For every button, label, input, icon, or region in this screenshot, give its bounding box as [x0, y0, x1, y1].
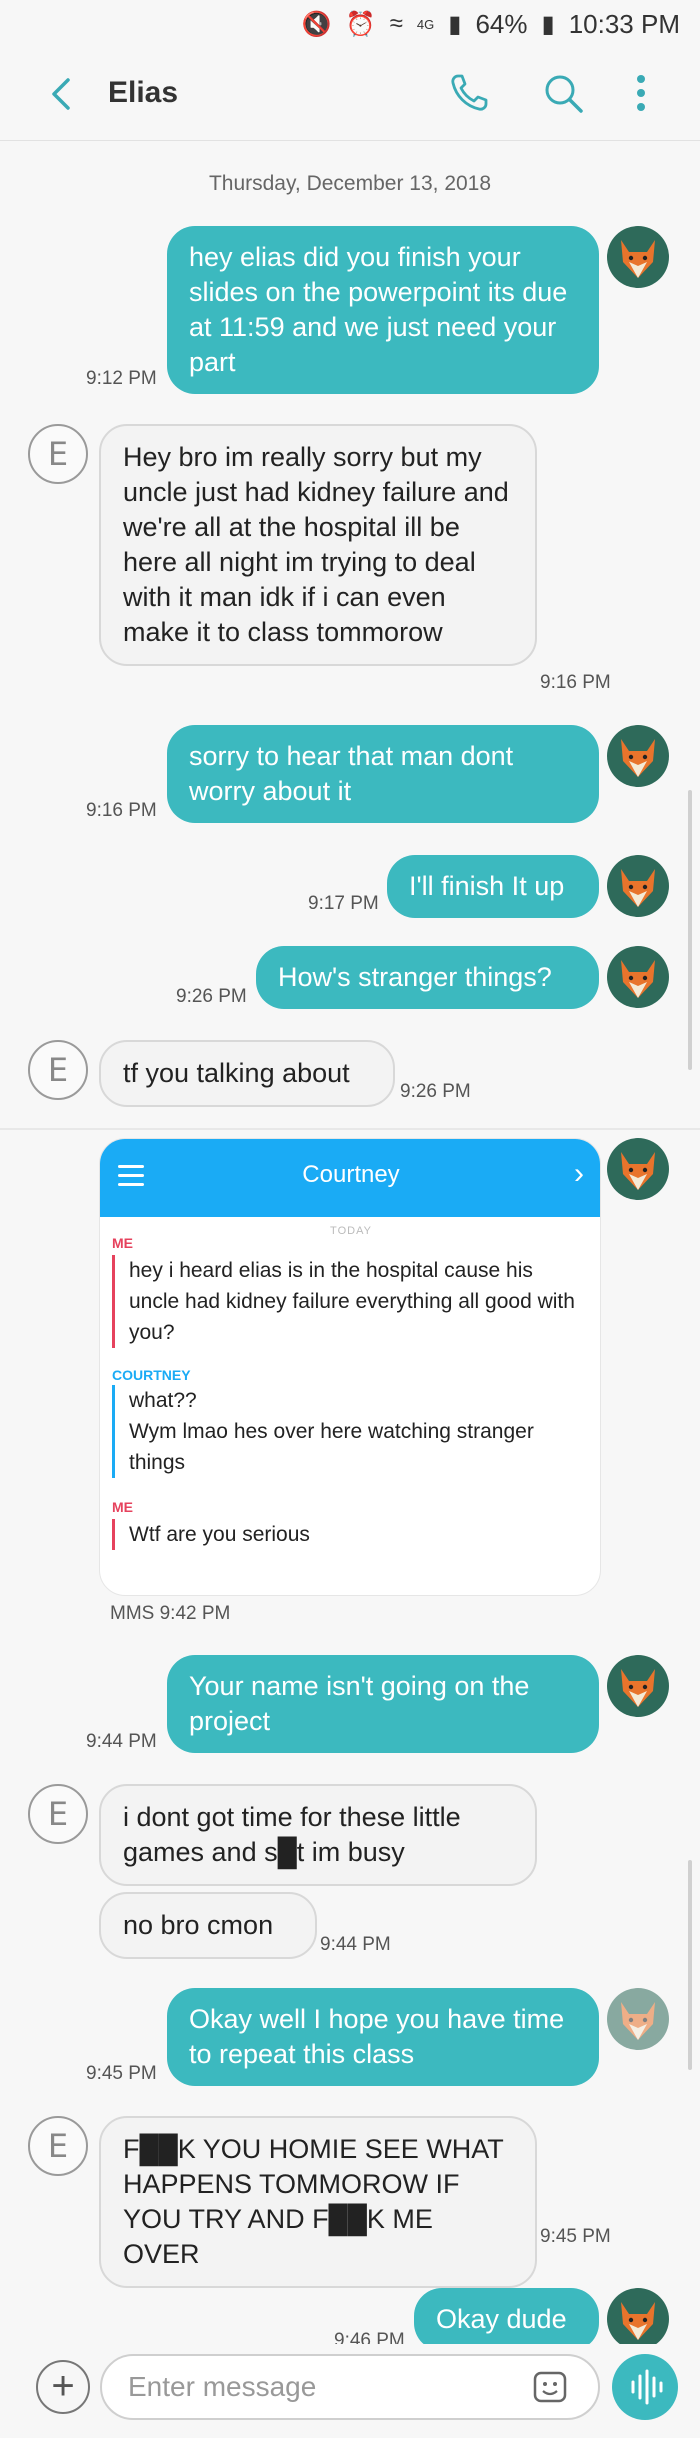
mms-image[interactable]: Courtney › TODAY ME hey i heard elias is…	[99, 1138, 601, 1596]
more-vert-icon[interactable]	[618, 70, 664, 116]
date-separator: Thursday, December 13, 2018	[208, 172, 492, 195]
incoming-message[interactable]: i dont got time for these little games a…	[99, 1784, 537, 1886]
fox-avatar-icon	[607, 725, 669, 787]
fox-avatar-icon	[607, 226, 669, 288]
message-time: 9:44 PM	[320, 1934, 391, 1955]
snap-sender: ME	[112, 1499, 133, 1515]
phone-icon[interactable]	[446, 70, 492, 116]
header-divider	[0, 140, 700, 141]
fox-avatar-icon	[607, 1138, 669, 1200]
message-time: 9:26 PM	[176, 986, 247, 1007]
outgoing-message[interactable]: Okay dude	[414, 2288, 599, 2351]
mute-icon: 🔇	[301, 10, 332, 38]
message-time: 9:16 PM	[540, 672, 611, 693]
outgoing-message[interactable]: Your name isn't going on the project	[167, 1655, 599, 1753]
incoming-message[interactable]: F██K YOU HOMIE SEE WHAT HAPPENS TOMMOROW…	[99, 2116, 537, 2288]
signal-icon: ▮	[448, 10, 462, 38]
snap-message: what?? Wym lmao hes over here watching s…	[112, 1385, 582, 1478]
incoming-message[interactable]: no bro cmon	[99, 1892, 317, 1959]
snap-sender: ME	[112, 1235, 133, 1251]
message-time: 9:12 PM	[86, 368, 157, 389]
message-time: 9:45 PM	[540, 2226, 611, 2247]
snap-line: what??	[129, 1389, 197, 1412]
mms-time: MMS 9:42 PM	[110, 1603, 231, 1624]
snap-today: TODAY	[330, 1225, 372, 1237]
snap-message: hey i heard elias is in the hospital cau…	[112, 1255, 582, 1348]
incoming-message[interactable]: tf you talking about	[99, 1040, 395, 1107]
section-divider	[0, 1128, 700, 1130]
alarm-icon: ⏰	[345, 10, 376, 38]
message-time: 9:44 PM	[86, 1731, 157, 1752]
chevron-right-icon: ›	[574, 1157, 584, 1190]
clock: 10:33 PM	[568, 8, 680, 39]
battery-percent: 64%	[475, 8, 528, 39]
status-bar: 🔇 ⏰ ≈ 4G ▮ 64% ▮ 10:33 PM	[0, 0, 700, 48]
message-time: 9:45 PM	[86, 2063, 157, 2084]
message-time: 9:16 PM	[86, 800, 157, 821]
snap-sender: COURTNEY	[112, 1367, 191, 1383]
plus-icon[interactable]: +	[36, 2360, 90, 2414]
wifi-icon: ≈	[389, 10, 403, 37]
fox-avatar-icon	[607, 2288, 669, 2350]
contact-name: Elias	[108, 76, 179, 109]
app-bar: Elias	[0, 48, 700, 140]
voice-icon[interactable]	[612, 2354, 678, 2420]
composer-bar: +	[0, 2344, 700, 2438]
network-label: 4G	[416, 16, 435, 32]
back-arrow-icon[interactable]	[44, 76, 80, 112]
fox-avatar-icon	[607, 1655, 669, 1717]
battery-icon: ▮	[541, 10, 555, 38]
scrollbar-handle[interactable]	[688, 790, 692, 1070]
outgoing-message[interactable]: sorry to hear that man dont worry about …	[167, 725, 599, 823]
snap-line: Wym lmao hes over here watching stranger…	[129, 1420, 534, 1474]
contact-avatar[interactable]: E	[28, 2116, 88, 2176]
message-input[interactable]	[100, 2354, 600, 2420]
outgoing-message[interactable]: hey elias did you finish your slides on …	[167, 226, 599, 394]
contact-avatar[interactable]: E	[28, 1040, 88, 1100]
snap-header: Courtney ›	[100, 1139, 600, 1217]
outgoing-message[interactable]: I'll finish It up	[387, 855, 599, 918]
fox-avatar-icon	[607, 855, 669, 917]
contact-avatar[interactable]: E	[28, 424, 88, 484]
fox-avatar-icon	[607, 1988, 669, 2050]
message-time: 9:26 PM	[400, 1081, 471, 1102]
search-icon[interactable]	[540, 70, 586, 116]
message-time: 9:17 PM	[308, 893, 379, 914]
contact-avatar[interactable]: E	[28, 1784, 88, 1844]
fox-avatar-icon	[607, 946, 669, 1008]
snap-title: Courtney	[302, 1161, 400, 1188]
snap-message: Wtf are you serious	[112, 1519, 582, 1550]
sticker-icon[interactable]	[532, 2368, 572, 2408]
incoming-message[interactable]: Hey bro im really sorry but my uncle jus…	[99, 424, 537, 666]
outgoing-message[interactable]: How's stranger things?	[256, 946, 599, 1009]
outgoing-message[interactable]: Okay well I hope you have time to repeat…	[167, 1988, 599, 2086]
scrollbar-handle[interactable]	[688, 1860, 692, 2070]
